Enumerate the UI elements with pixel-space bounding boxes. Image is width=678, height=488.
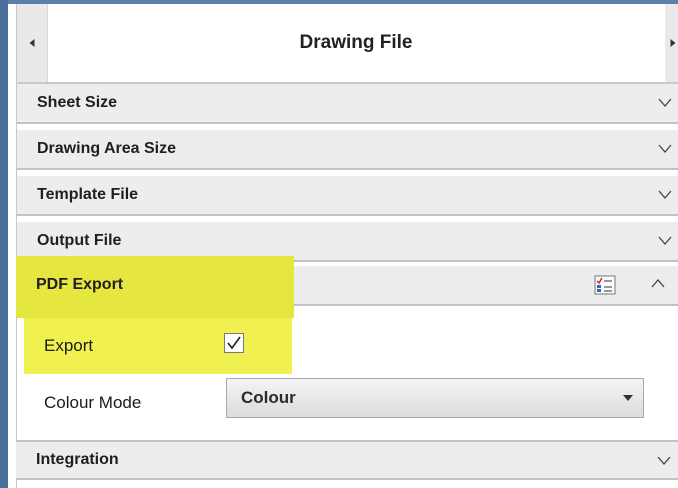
colour-mode-value: Colour xyxy=(241,388,296,407)
section-template-file[interactable]: Template File xyxy=(17,176,678,216)
section-integration[interactable]: Integration xyxy=(16,440,678,480)
window-frame-left xyxy=(0,0,8,488)
checklist-icon[interactable] xyxy=(594,275,616,295)
section-drawing-area-size[interactable]: Drawing Area Size xyxy=(17,130,678,170)
section-label: PDF Export xyxy=(36,276,124,293)
export-label: Export xyxy=(44,336,94,355)
chevron-left-icon xyxy=(29,39,35,47)
chevron-up-icon[interactable] xyxy=(650,276,666,292)
chevron-right-icon xyxy=(670,39,676,47)
section-sheet-size[interactable]: Sheet Size xyxy=(17,84,678,124)
colour-mode-select[interactable]: Colour xyxy=(226,378,644,418)
nav-prev-button[interactable] xyxy=(17,4,48,82)
chevron-down-icon[interactable] xyxy=(657,232,673,248)
chevron-down-icon[interactable] xyxy=(657,94,673,110)
panel-title-bar: Drawing File xyxy=(17,4,678,84)
section-label: Drawing Area Size xyxy=(37,140,177,157)
nav-next-button[interactable] xyxy=(665,4,678,82)
chevron-down-icon[interactable] xyxy=(657,186,673,202)
section-label: Template File xyxy=(37,186,139,203)
colour-mode-label: Colour Mode xyxy=(44,393,142,412)
chevron-down-icon[interactable] xyxy=(657,140,673,156)
export-checkbox[interactable] xyxy=(224,333,244,353)
section-label: Integration xyxy=(36,451,119,468)
section-label: Output File xyxy=(37,232,122,249)
section-label: Sheet Size xyxy=(37,94,118,111)
panel-title: Drawing File xyxy=(299,32,413,53)
dropdown-arrow-icon xyxy=(623,395,633,401)
chevron-down-icon[interactable] xyxy=(656,452,672,468)
